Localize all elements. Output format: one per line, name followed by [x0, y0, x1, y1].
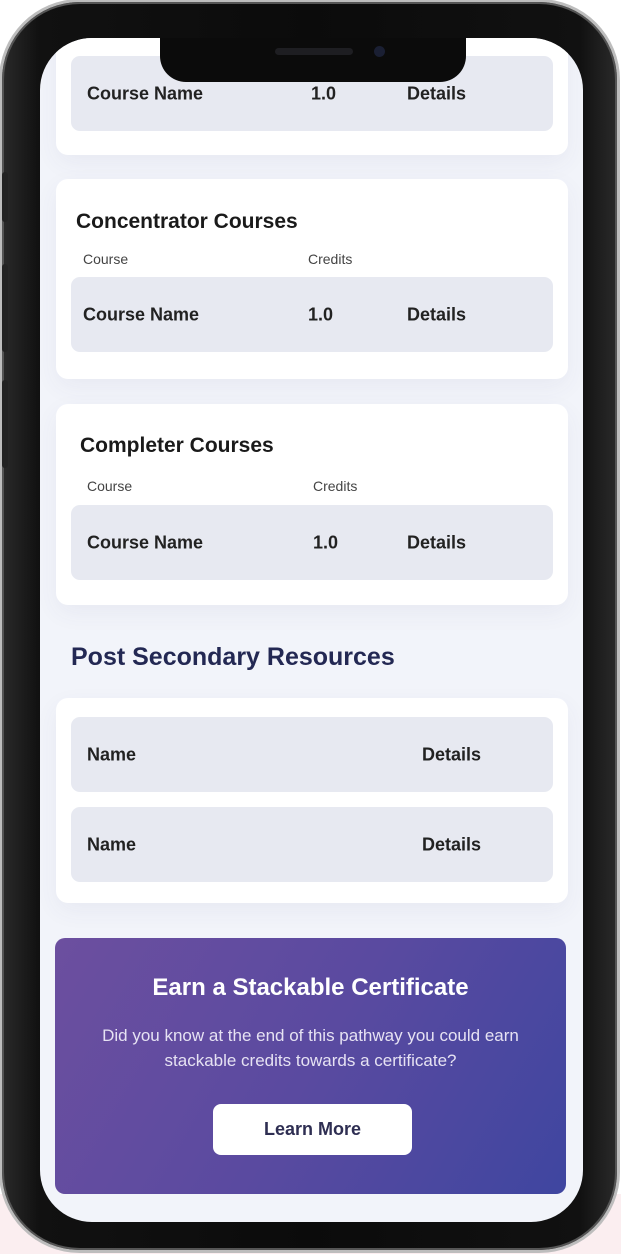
stackable-certificate-banner: Earn a Stackable Certificate Did you kno… [55, 938, 566, 1194]
details-link[interactable]: Details [407, 304, 466, 325]
course-row[interactable]: Course Name 1.0 Details [71, 277, 553, 352]
speaker-grille [275, 48, 353, 55]
section-title: Post Secondary Resources [71, 643, 395, 671]
resource-name: Name [87, 834, 137, 854]
banner-title: Earn a Stackable Certificate [152, 974, 469, 1001]
details-link[interactable]: Details [422, 744, 481, 765]
resource-row[interactable]: Name Details [71, 807, 553, 882]
banner-text: Did you know at the end of this pathway … [102, 1026, 519, 1070]
concentrator-courses-card: Concentrator Courses Course Credits Cour… [56, 179, 568, 379]
card-title: Concentrator Courses [76, 210, 298, 233]
details-link[interactable]: Details [422, 834, 481, 855]
post-secondary-resources-card: Name Details Name Details [56, 698, 568, 903]
column-header-credits: Credits [313, 478, 358, 494]
card-title: Completer Courses [80, 434, 274, 457]
column-header-course: Course [87, 478, 133, 494]
course-credits: 1.0 [311, 83, 337, 103]
resource-row[interactable]: Name Details [71, 717, 553, 792]
course-name: Course Name [87, 83, 204, 103]
app-screen: Course Name 1.0 Details Concentrator Cou… [40, 38, 583, 1222]
course-credits: 1.0 [308, 304, 334, 324]
column-header-course: Course [83, 251, 129, 267]
details-link[interactable]: Details [407, 83, 466, 104]
phone-notch [160, 38, 466, 82]
mute-switch [2, 172, 8, 222]
column-header-credits: Credits [308, 251, 353, 267]
course-name: Course Name [87, 532, 204, 552]
front-camera [374, 46, 385, 57]
volume-up-button [2, 264, 8, 352]
details-link[interactable]: Details [407, 532, 466, 553]
volume-down-button [2, 380, 8, 468]
course-credits: 1.0 [313, 532, 339, 552]
learn-more-button[interactable]: Learn More [213, 1104, 412, 1155]
completer-courses-card: Completer Courses Course Credits Course … [56, 404, 568, 605]
course-name: Course Name [83, 304, 200, 324]
resource-name: Name [87, 744, 137, 764]
course-row[interactable]: Course Name 1.0 Details [71, 505, 553, 580]
